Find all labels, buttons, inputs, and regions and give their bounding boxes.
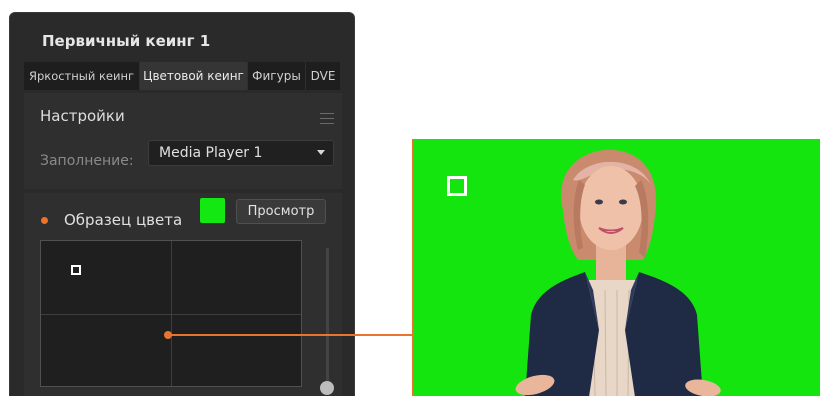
color-sample-label: Образец цвета bbox=[64, 211, 183, 229]
fill-source-value: Media Player 1 bbox=[159, 145, 263, 161]
fill-source-label: Заполнение: bbox=[40, 153, 134, 169]
tab-chroma-key[interactable]: Цветовой кеинг bbox=[140, 62, 248, 90]
key-type-tabs: Яркостный кеинг Цветовой кеинг Фигуры DV… bbox=[24, 62, 354, 90]
sample-size-slider-track[interactable] bbox=[326, 248, 329, 388]
preview-button[interactable]: Просмотр bbox=[236, 199, 326, 224]
sample-size-slider-thumb[interactable] bbox=[320, 381, 334, 395]
settings-section: Настройки Заполнение: Media Player 1 bbox=[24, 93, 342, 189]
grid-horizontal-line bbox=[41, 314, 301, 315]
fill-source-select[interactable]: Media Player 1 bbox=[148, 140, 334, 166]
color-sample-radio[interactable] bbox=[41, 217, 48, 224]
settings-title: Настройки bbox=[40, 107, 125, 125]
color-sample-swatch[interactable] bbox=[200, 198, 225, 223]
primary-key-panel: Первичный кеинг 1 Яркостный кеинг Цветов… bbox=[9, 12, 355, 396]
green-screen-preview bbox=[412, 139, 820, 396]
color-sample-section: Образец цвета Просмотр bbox=[24, 193, 342, 396]
presenter-figure bbox=[515, 149, 721, 396]
stage: Первичный кеинг 1 Яркостный кеинг Цветов… bbox=[0, 0, 820, 396]
color-picker-area[interactable] bbox=[40, 240, 302, 387]
sample-cursor-square[interactable] bbox=[71, 265, 81, 275]
tab-pattern[interactable]: Фигуры bbox=[248, 62, 306, 90]
callout-connector-line bbox=[167, 334, 413, 336]
panel-title: Первичный кеинг 1 bbox=[42, 32, 211, 50]
tab-dve[interactable]: DVE bbox=[306, 62, 340, 90]
callout-connector-dot bbox=[164, 331, 172, 339]
tab-luma-key[interactable]: Яркостный кеинг bbox=[24, 62, 140, 90]
chevron-down-icon bbox=[317, 150, 325, 155]
hamburger-menu-icon[interactable] bbox=[320, 113, 334, 124]
